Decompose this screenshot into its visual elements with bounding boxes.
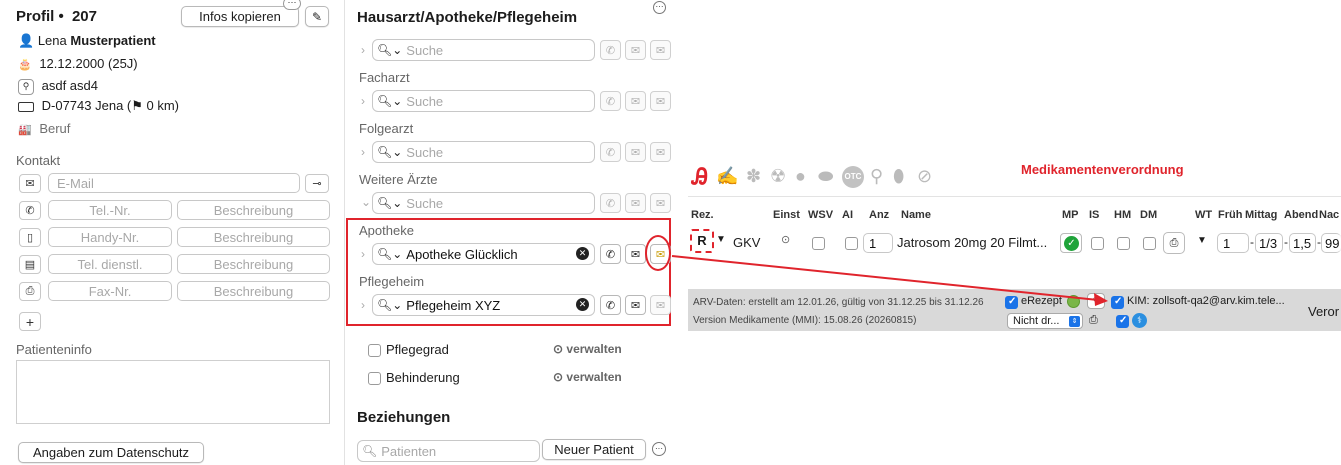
annotation-arrow [671,255,1108,306]
